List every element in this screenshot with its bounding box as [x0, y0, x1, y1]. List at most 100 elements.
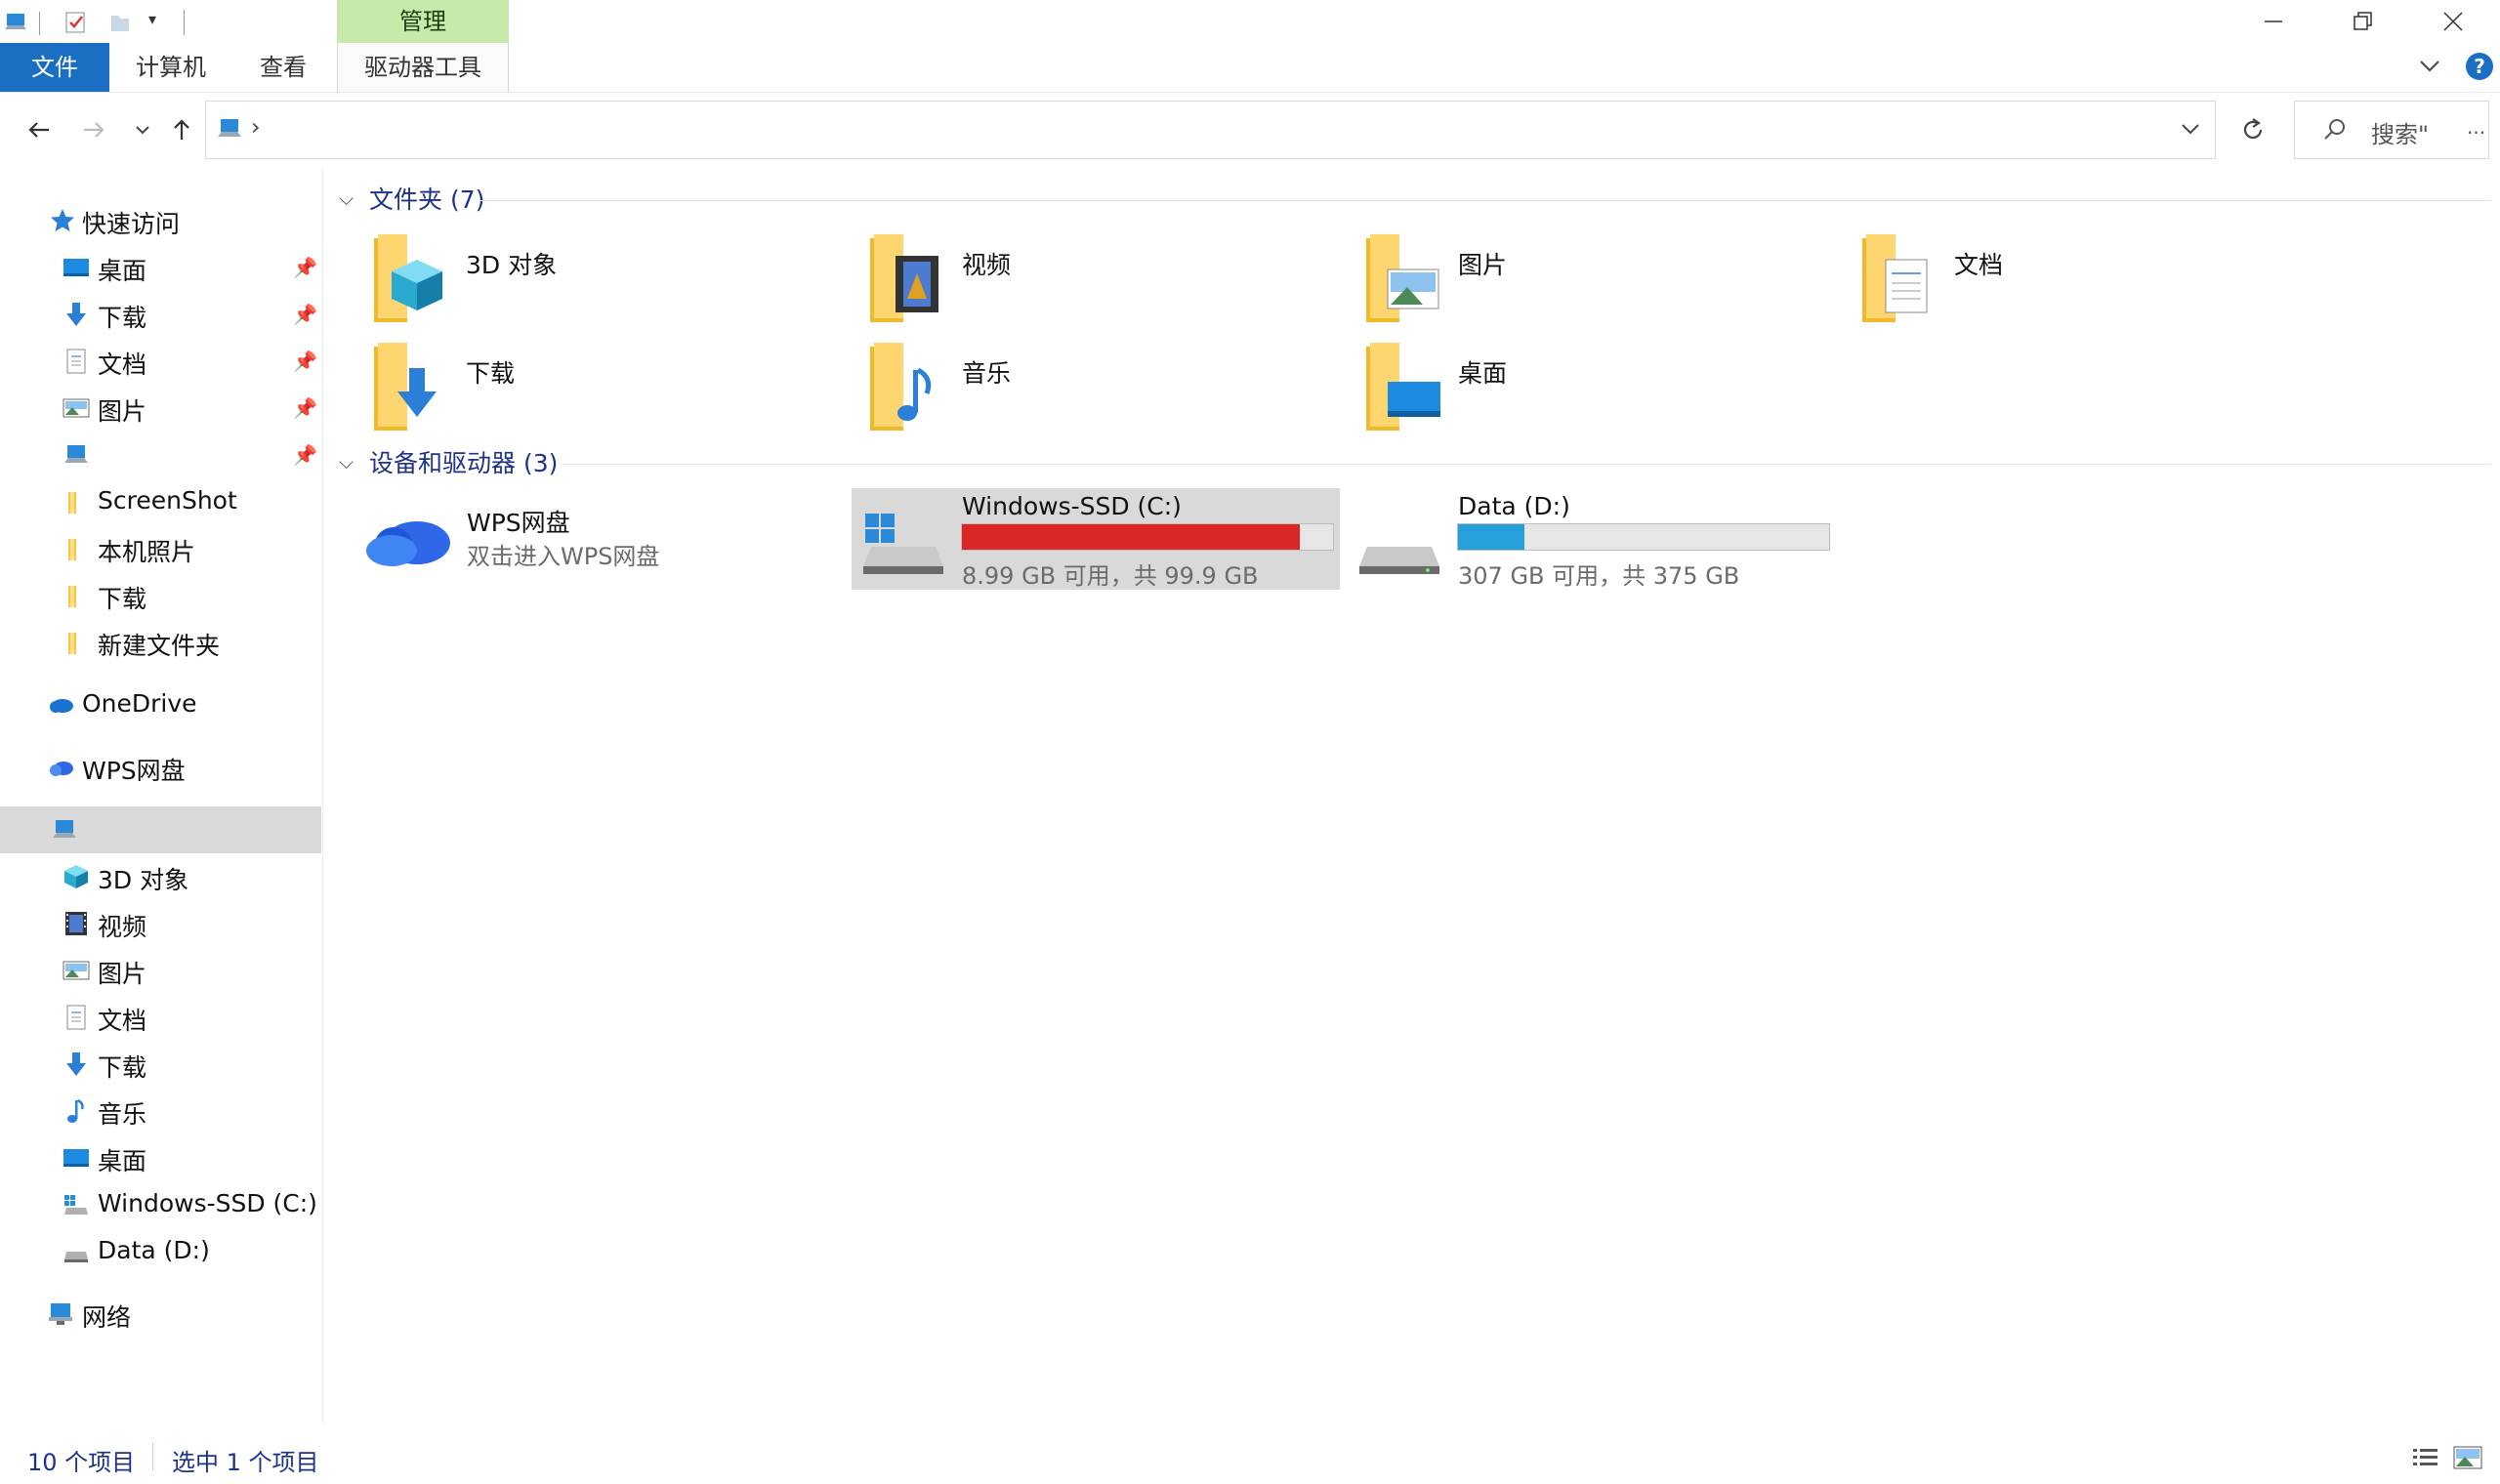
search-box[interactable]: 搜索" ...: [2294, 101, 2489, 159]
new-folder-icon[interactable]: [107, 10, 133, 35]
back-arrow-icon: [28, 122, 49, 138]
sidebar-item-pc-downloads[interactable]: 下载: [0, 1041, 321, 1088]
sidebar-label: WPS网盘: [82, 757, 186, 785]
refresh-button[interactable]: [2233, 110, 2272, 149]
sidebar-item-local-photos[interactable]: 本机照片: [0, 525, 321, 572]
drive-free-space: 8.99 GB 可用，共 99.9 GB: [962, 562, 1259, 590]
close-icon: [2443, 12, 2463, 31]
tab-view[interactable]: 查看: [234, 43, 332, 92]
sidebar-item-desktop[interactable]: 桌面 📌: [0, 244, 321, 291]
status-divider: [152, 1443, 153, 1470]
sidebar-item-pc-documents[interactable]: 文档: [0, 994, 321, 1041]
onedrive-cloud-icon: [50, 699, 73, 713]
sidebar-label: 下载: [98, 585, 147, 613]
minimize-button[interactable]: [2229, 0, 2318, 43]
folder-3d-objects[interactable]: 3D 对象: [372, 230, 860, 328]
sidebar-item-downloads-folder[interactable]: 下载: [0, 572, 321, 619]
folder-downloads-icon: [374, 343, 437, 431]
download-arrow-icon: [66, 303, 86, 326]
properties-icon[interactable]: [62, 10, 88, 35]
breadcrumb-separator[interactable]: ›: [251, 113, 261, 141]
sidebar-label: 视频: [98, 913, 147, 941]
forward-button[interactable]: [74, 110, 113, 149]
sidebar-item-downloads[interactable]: 下载 📌: [0, 291, 321, 338]
sidebar-item-onedrive[interactable]: OneDrive: [0, 681, 321, 728]
selection-count: 选中 1 个项目: [172, 1449, 319, 1476]
sidebar-item-pc-desktop[interactable]: 桌面: [0, 1134, 321, 1181]
sidebar-label: 桌面: [98, 1147, 147, 1175]
folder-icon: [68, 633, 76, 654]
collapse-group-icon[interactable]: ⌵: [339, 186, 354, 210]
this-pc-icon: [53, 820, 76, 838]
up-button[interactable]: [162, 110, 201, 149]
sidebar-item-this-pc[interactable]: [0, 806, 321, 853]
help-button[interactable]: ?: [2466, 53, 2493, 80]
sidebar-item-wps-drive[interactable]: WPS网盘: [0, 744, 321, 791]
minimize-icon: [2265, 21, 2282, 22]
sidebar-item-this-pc-pinned[interactable]: 📌: [0, 432, 321, 478]
sidebar-item-videos[interactable]: 视频: [0, 900, 321, 947]
folder-desktop[interactable]: 桌面: [1364, 339, 1853, 436]
sidebar-item-music[interactable]: 音乐: [0, 1088, 321, 1134]
sidebar-label: 图片: [98, 960, 147, 988]
drive-c-tile[interactable]: Windows-SSD (C:) 8.99 GB 可用，共 99.9 GB: [852, 488, 1340, 590]
manage-context-header: 管理: [337, 0, 509, 43]
expand-ribbon-icon[interactable]: [2417, 53, 2442, 84]
tab-file[interactable]: 文件: [0, 43, 109, 92]
sidebar-item-3d-objects[interactable]: 3D 对象: [0, 853, 321, 900]
windows-drive-icon: [64, 1195, 88, 1215]
sidebar-item-quick-access[interactable]: 快速访问: [0, 197, 321, 244]
tab-drive-tools[interactable]: 驱动器工具: [337, 43, 509, 92]
desktop-icon: [63, 259, 89, 276]
folder-documents[interactable]: 文档: [1860, 230, 2349, 328]
group-header-devices[interactable]: 设备和驱动器 (3): [369, 444, 558, 483]
tab-computer[interactable]: 计算机: [119, 43, 223, 92]
sidebar-item-drive-c[interactable]: Windows-SSD (C:): [0, 1181, 321, 1228]
folder-pictures[interactable]: 图片: [1364, 230, 1853, 328]
close-button[interactable]: [2408, 0, 2498, 43]
sidebar-item-screenshot[interactable]: ScreenShot: [0, 478, 321, 525]
sidebar-item-documents[interactable]: 文档 📌: [0, 338, 321, 385]
group-header-folders[interactable]: 文件夹 (7): [369, 181, 484, 220]
sidebar-label: 快速访问: [82, 210, 181, 238]
pin-icon[interactable]: 📌: [293, 256, 317, 279]
sidebar-item-drive-d[interactable]: Data (D:): [0, 1228, 321, 1275]
folder-videos-icon: [870, 234, 938, 322]
sidebar-item-pictures[interactable]: 图片 📌: [0, 385, 321, 432]
folder-music[interactable]: 音乐: [868, 339, 1356, 436]
back-button[interactable]: [20, 110, 59, 149]
drive-d-tile[interactable]: Data (D:) 307 GB 可用，共 375 GB: [1348, 488, 1836, 590]
pin-icon[interactable]: 📌: [293, 396, 317, 420]
restore-icon: [2354, 12, 2372, 30]
folder-downloads[interactable]: 下载: [372, 339, 860, 436]
drive-icon: [64, 1252, 88, 1262]
up-arrow-icon: [174, 119, 189, 140]
collapse-group-icon[interactable]: ⌵: [339, 450, 354, 474]
folder-videos[interactable]: 视频: [868, 230, 1356, 328]
sidebar-label: 下载: [98, 304, 147, 332]
address-history-dropdown[interactable]: [2179, 117, 2202, 144]
pin-icon[interactable]: 📌: [293, 350, 317, 373]
navigation-pane: 快速访问 桌面 📌 下载 📌 文档 📌 图片 📌 📌 ScreenShot 本机…: [0, 167, 323, 1424]
item-count: 10 个项目: [27, 1449, 136, 1476]
sidebar-label: Windows-SSD (C:): [98, 1189, 317, 1217]
wps-cloud-icon: [50, 762, 73, 776]
pin-icon[interactable]: 📌: [293, 443, 317, 467]
restore-button[interactable]: [2318, 0, 2408, 43]
sidebar-item-network[interactable]: 网络: [0, 1291, 321, 1338]
sidebar-label: 新建文件夹: [98, 632, 221, 660]
folder-pictures-icon: [1366, 234, 1439, 322]
pictures-icon: [62, 961, 90, 980]
sidebar-label: 网络: [82, 1303, 132, 1332]
details-view-icon[interactable]: [2412, 1447, 2439, 1470]
large-icons-view-icon[interactable]: [2453, 1445, 2482, 1470]
status-bar: 10 个项目 选中 1 个项目: [0, 1425, 2500, 1484]
customize-toolbar-icon[interactable]: ▾: [148, 10, 156, 28]
pin-icon[interactable]: 📌: [293, 303, 317, 326]
sidebar-item-new-folder[interactable]: 新建文件夹: [0, 619, 321, 666]
sidebar-item-pc-pictures[interactable]: 图片: [0, 947, 321, 994]
address-bar[interactable]: ›: [205, 101, 2216, 159]
wps-drive-tile[interactable]: WPS网盘 双击进入WPS网盘: [362, 488, 841, 590]
drive-subtitle: 双击进入WPS网盘: [467, 543, 660, 570]
recent-locations-button[interactable]: [123, 110, 162, 149]
